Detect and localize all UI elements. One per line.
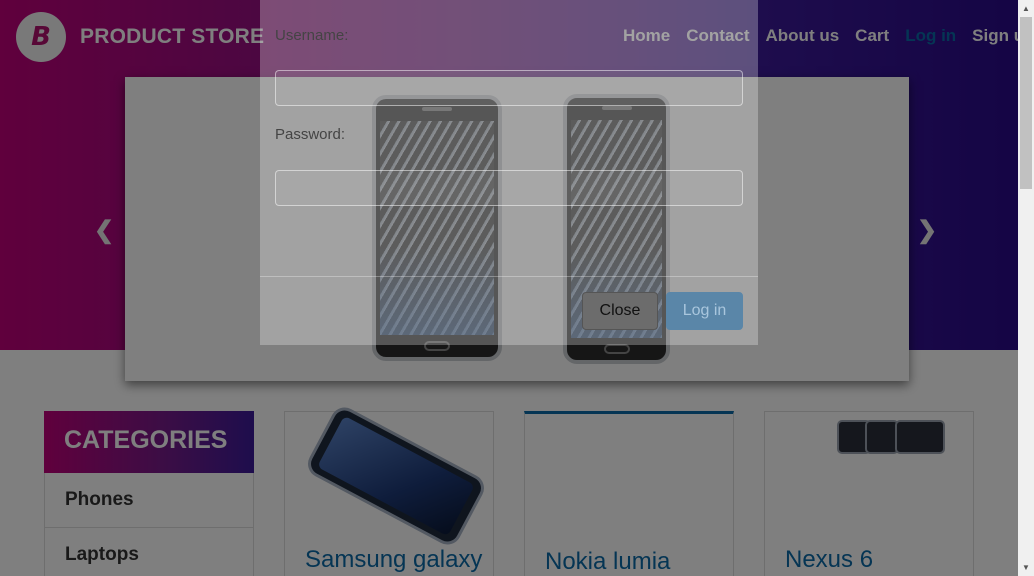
close-button[interactable]: Close — [582, 292, 658, 330]
login-modal: Username: Password: Close Log in — [260, 0, 758, 345]
password-label: Password: — [275, 126, 346, 143]
scrollbar-thumb[interactable] — [1020, 17, 1032, 189]
password-input[interactable] — [275, 170, 743, 206]
username-label: Username: — [275, 27, 349, 44]
log-in-button[interactable]: Log in — [666, 292, 743, 330]
vertical-scrollbar[interactable]: ▲ ▼ — [1018, 0, 1034, 576]
modal-footer-divider — [260, 276, 758, 277]
username-input[interactable] — [275, 70, 743, 106]
scroll-up-icon[interactable]: ▲ — [1022, 4, 1030, 13]
page: B PRODUCT STORE Home Contact About us Ca… — [0, 0, 1018, 576]
scroll-down-icon[interactable]: ▼ — [1022, 563, 1030, 572]
